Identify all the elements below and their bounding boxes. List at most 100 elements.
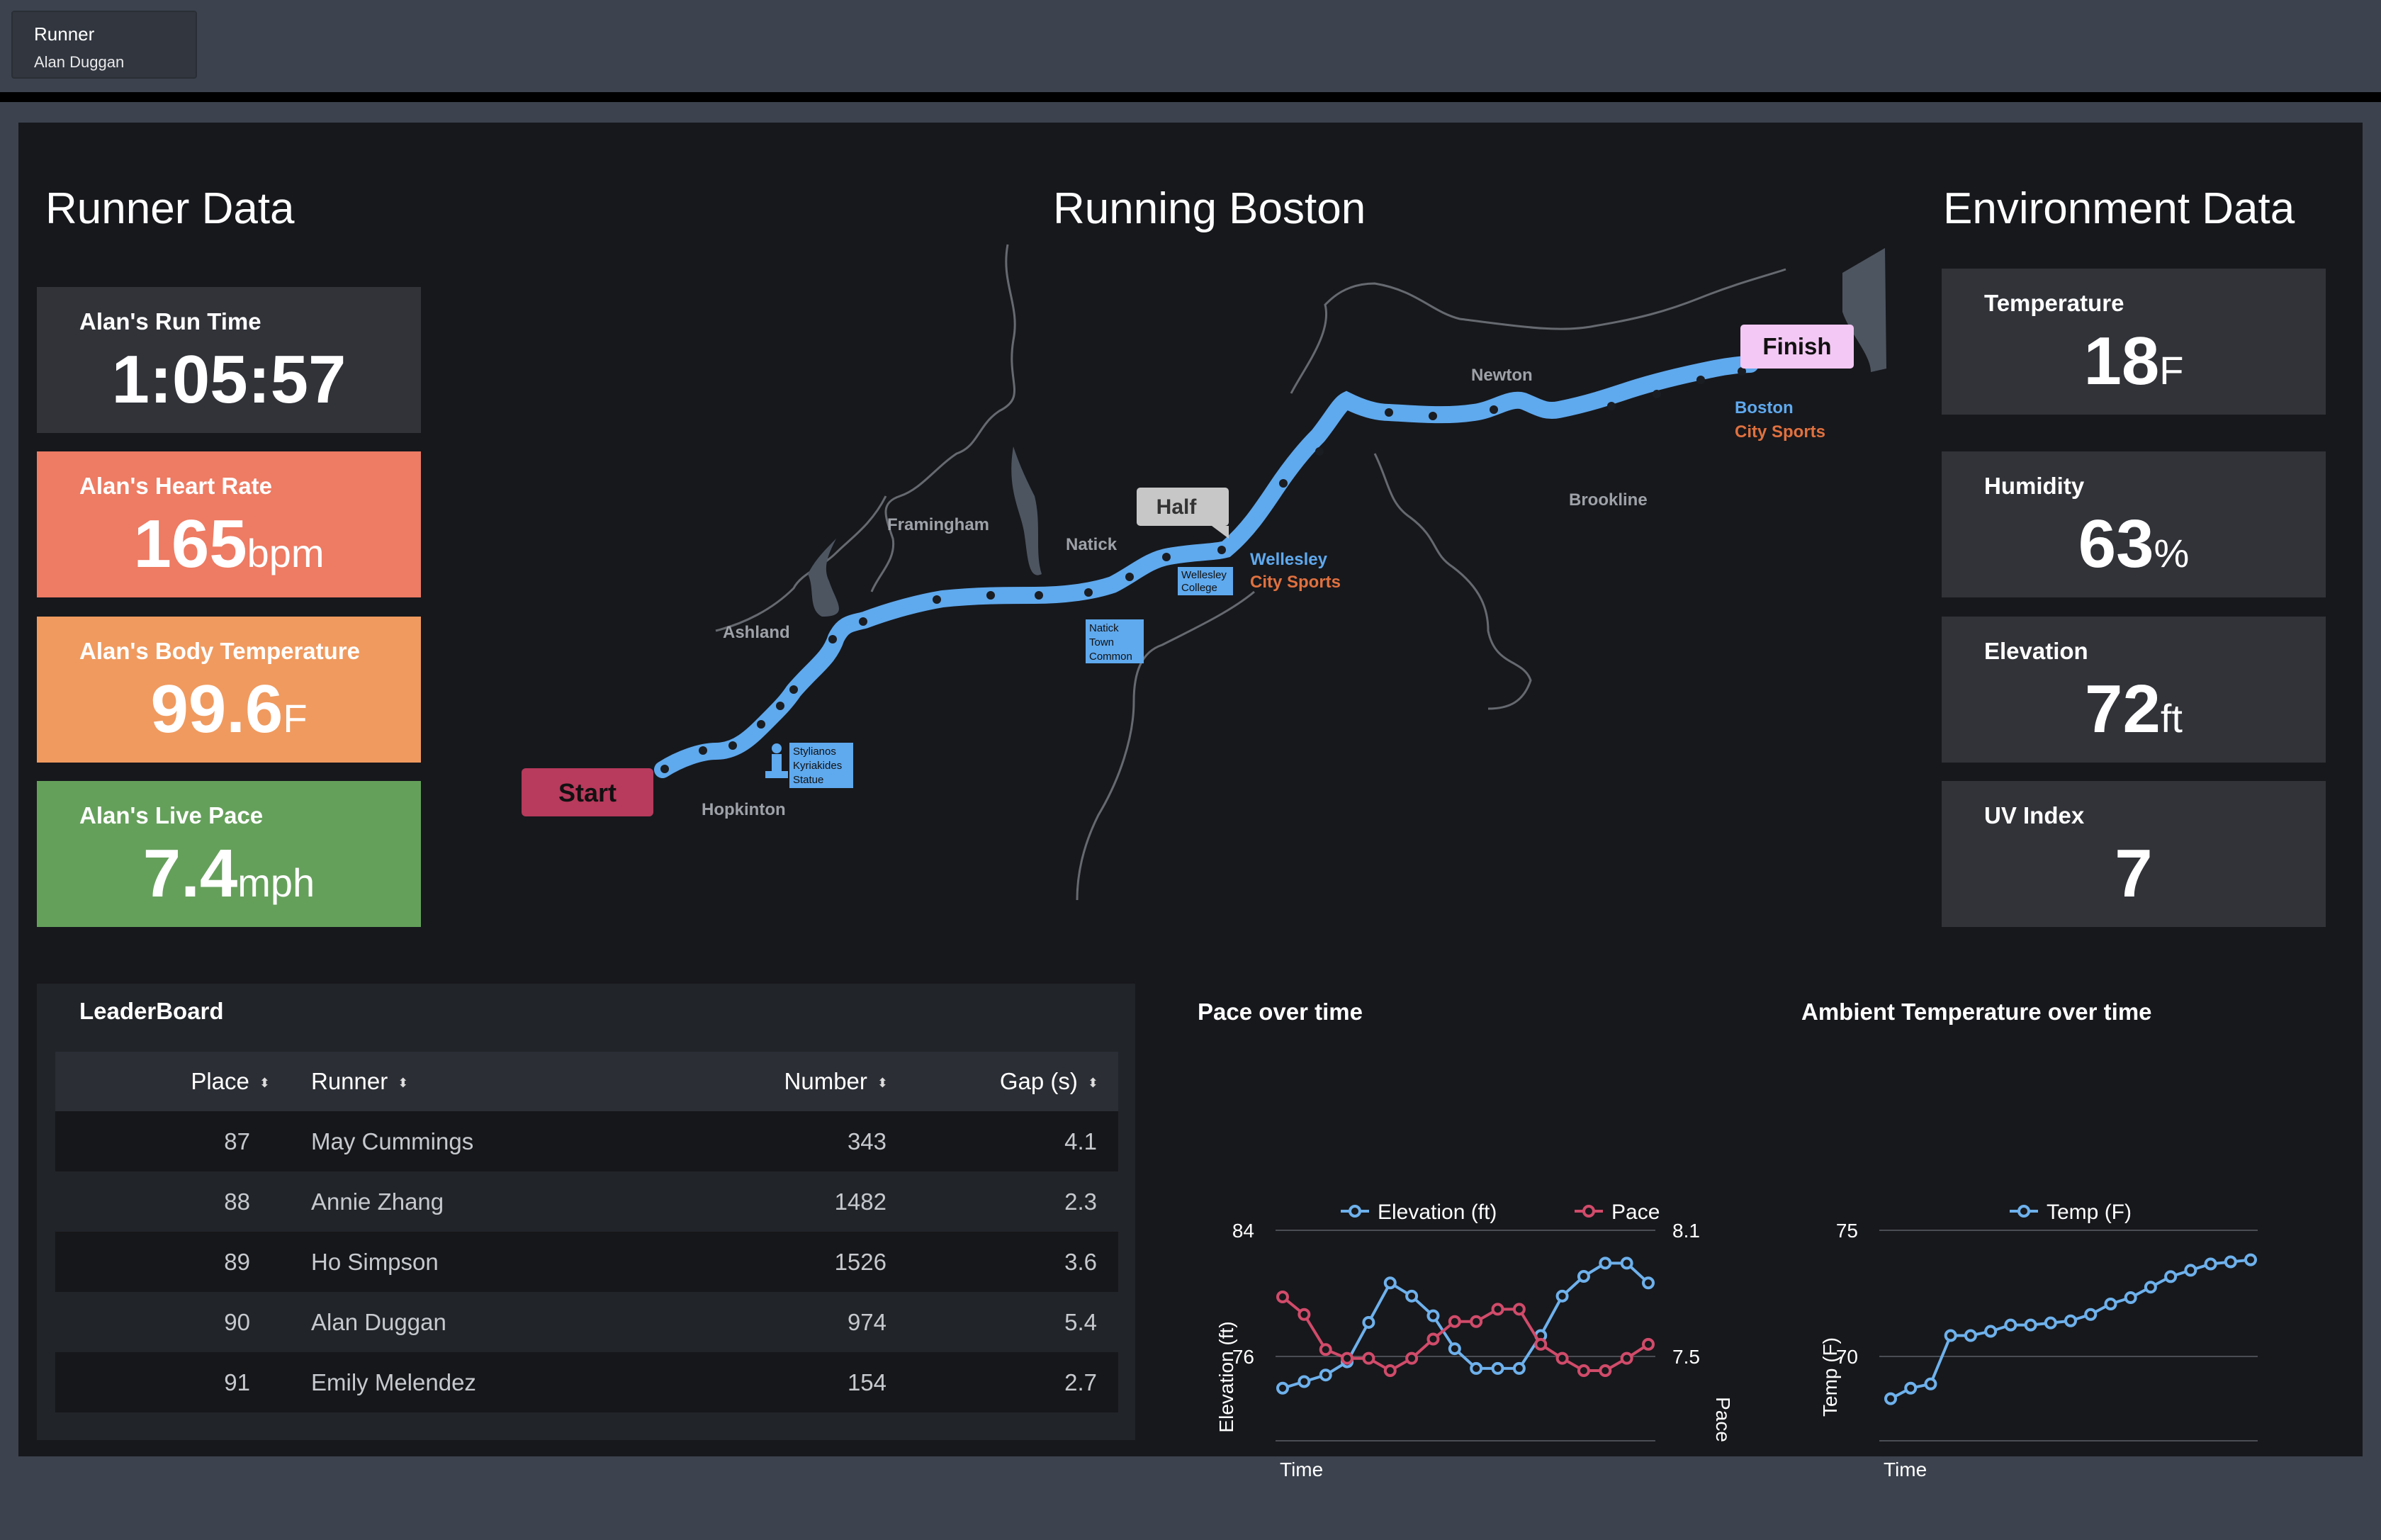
svg-text:Wellesley: Wellesley (1181, 569, 1227, 581)
data-point[interactable] (2024, 1318, 2037, 1332)
data-point[interactable] (1599, 1364, 1612, 1377)
data-point[interactable] (1924, 1377, 1937, 1390)
data-point[interactable] (1448, 1315, 1461, 1328)
cell-number: 343 (624, 1111, 908, 1171)
data-point[interactable] (1298, 1308, 1311, 1321)
column-header-gap[interactable]: Gap (s) ⬍ (908, 1052, 1118, 1111)
x-axis-label: Time (1884, 1458, 1927, 1480)
cell-runner: Alan Duggan (290, 1292, 624, 1352)
separator-bar (0, 92, 2381, 102)
data-point[interactable] (2144, 1281, 2157, 1294)
data-point[interactable] (2044, 1316, 2057, 1330)
data-point[interactable] (1319, 1368, 1332, 1382)
table-row[interactable]: 91 Emily Melendez 154 2.7 (55, 1352, 1118, 1412)
data-point[interactable] (2184, 1264, 2197, 1277)
column-header-runner[interactable]: Runner ⬍ (290, 1052, 624, 1111)
finish-marker[interactable]: Finish (1740, 325, 1854, 369)
data-point[interactable] (1405, 1351, 1419, 1365)
cell-number: 1526 (624, 1232, 908, 1292)
sort-icon[interactable]: ⬍ (259, 1077, 270, 1089)
data-point[interactable] (1904, 1381, 1918, 1395)
cell-place: 91 (55, 1352, 290, 1412)
boston-city-sports-label[interactable]: City Sports (1735, 422, 1825, 442)
landmark-statue[interactable]: Stylianos Kyriakides Statue (789, 743, 853, 788)
sort-icon[interactable]: ⬍ (877, 1077, 888, 1089)
data-point[interactable] (1620, 1351, 1633, 1365)
sort-icon[interactable]: ⬍ (398, 1077, 408, 1089)
data-point[interactable] (1512, 1303, 1526, 1316)
pace-chart[interactable]: Elevation (ft) Pace84768.17.5PaceElevatio… (1181, 1044, 1747, 1540)
data-point[interactable] (1341, 1351, 1354, 1365)
data-point[interactable] (1470, 1315, 1483, 1328)
data-point[interactable] (1984, 1325, 1998, 1338)
svg-text:Stylianos: Stylianos (793, 746, 836, 758)
data-point[interactable] (1642, 1337, 1655, 1351)
data-point[interactable] (1319, 1343, 1332, 1356)
table-row[interactable]: 89 Ho Simpson 1526 3.6 (55, 1232, 1118, 1292)
legend-label: Pace (1611, 1201, 1660, 1224)
table-row[interactable]: 88 Annie Zhang 1482 2.3 (55, 1171, 1118, 1232)
data-point[interactable] (2204, 1257, 2217, 1271)
data-point[interactable] (2004, 1318, 2017, 1332)
runner-selector-value[interactable]: Alan Duggan (34, 53, 124, 72)
data-point[interactable] (1276, 1381, 1289, 1395)
data-point[interactable] (2084, 1308, 2098, 1321)
data-point[interactable] (1491, 1303, 1504, 1316)
data-point[interactable] (1426, 1309, 1440, 1322)
wellesley-label: Wellesley (1250, 550, 1328, 569)
legend-item[interactable]: Elevation (ft) (1341, 1201, 1497, 1224)
data-point[interactable] (1405, 1289, 1419, 1303)
data-point[interactable] (2104, 1297, 2117, 1310)
data-point[interactable] (1298, 1375, 1311, 1388)
data-point[interactable] (2244, 1253, 2257, 1266)
leaderboard-panel: LeaderBoard Place ⬍ Runner ⬍ Number ⬍ Gap (… (37, 984, 1135, 1440)
column-header-number[interactable]: Number ⬍ (624, 1052, 908, 1111)
data-point[interactable] (1964, 1329, 1977, 1342)
data-point[interactable] (1534, 1337, 1548, 1351)
data-point[interactable] (2224, 1255, 2237, 1269)
table-row[interactable]: 90 Alan Duggan 974 5.4 (55, 1292, 1118, 1352)
y-axis-label: Elevation (ft) (1215, 1321, 1237, 1432)
data-point[interactable] (1470, 1361, 1483, 1375)
data-point[interactable] (1426, 1332, 1440, 1346)
cell-place: 89 (55, 1232, 290, 1292)
legend-item[interactable]: Pace (1575, 1201, 1660, 1224)
wellesley-city-sports-label[interactable]: City Sports (1250, 573, 1341, 592)
data-point[interactable] (1555, 1289, 1569, 1303)
data-point[interactable] (2164, 1270, 2178, 1283)
data-point[interactable] (2064, 1314, 2077, 1327)
temperature-chart[interactable]: Temp (F)7570Temp (F)Time (1783, 1044, 2350, 1540)
data-point[interactable] (2124, 1291, 2137, 1305)
data-point[interactable] (1448, 1342, 1461, 1356)
data-point[interactable] (1383, 1276, 1397, 1290)
data-point[interactable] (1555, 1351, 1569, 1365)
table-row[interactable]: 87 May Cummings 343 4.1 (55, 1111, 1118, 1171)
sort-icon[interactable]: ⬍ (1088, 1077, 1098, 1089)
data-point[interactable] (1944, 1329, 1957, 1342)
data-point[interactable] (1599, 1257, 1612, 1270)
data-point[interactable] (1276, 1291, 1289, 1304)
data-point[interactable] (1383, 1364, 1397, 1377)
data-point[interactable] (1512, 1361, 1526, 1375)
start-label: Start (558, 778, 617, 807)
start-marker[interactable]: Start (522, 768, 653, 816)
runner-selector[interactable]: Runner Alan Duggan (11, 11, 197, 79)
data-point[interactable] (1362, 1351, 1375, 1365)
finish-label: Finish (1762, 333, 1831, 359)
data-point[interactable] (1577, 1364, 1590, 1377)
route-map[interactable]: Framingham Natick Ashland Hopkinton Newt… (18, 123, 2363, 1072)
half-marker[interactable]: Half (1137, 488, 1229, 539)
data-point[interactable] (1642, 1276, 1655, 1290)
data-point[interactable] (1884, 1392, 1897, 1405)
legend-item[interactable]: Temp (F) (2010, 1201, 2132, 1224)
column-header-place[interactable]: Place ⬍ (55, 1052, 290, 1111)
town-ashland: Ashland (723, 623, 790, 642)
data-point[interactable] (1491, 1361, 1504, 1375)
svg-text:College: College (1181, 582, 1217, 594)
landmark-natick-common[interactable]: Natick Town Common (1086, 619, 1144, 663)
landmark-wellesley-college[interactable]: Wellesley College (1178, 567, 1233, 595)
cell-runner: Annie Zhang (290, 1171, 624, 1232)
data-point[interactable] (1577, 1269, 1590, 1283)
data-point[interactable] (1362, 1315, 1375, 1329)
data-point[interactable] (1620, 1257, 1633, 1270)
